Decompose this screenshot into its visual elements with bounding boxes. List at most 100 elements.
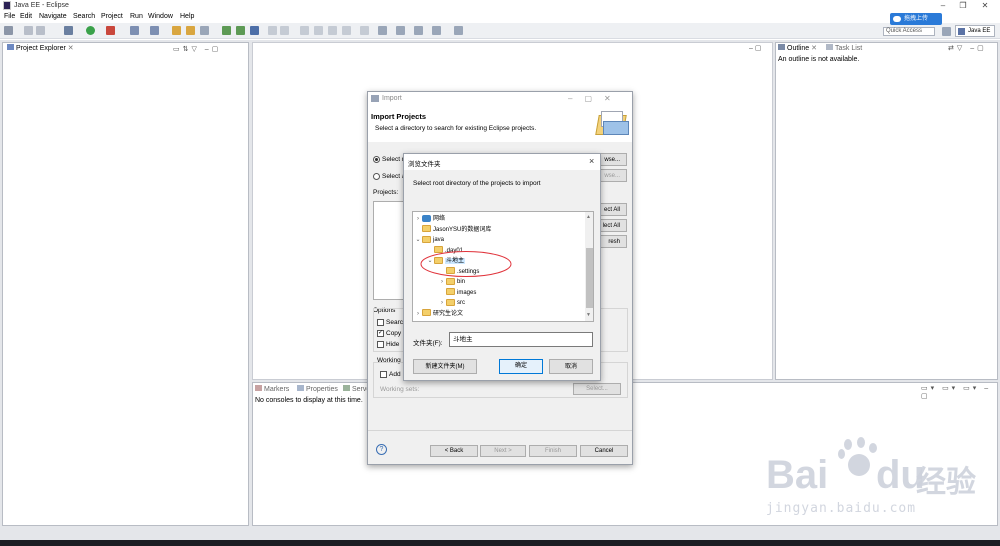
properties-icon xyxy=(297,385,304,391)
resume-icon[interactable] xyxy=(342,26,351,35)
help-icon[interactable]: ? xyxy=(376,444,387,455)
add-to-working-set[interactable]: Add xyxy=(380,371,401,378)
checkbox-checked-icon: ✓ xyxy=(377,330,384,337)
checkbox-icon xyxy=(377,341,384,348)
menu-search[interactable]: Search xyxy=(73,13,95,20)
tree-item-network[interactable]: › 网络 xyxy=(414,214,584,225)
import-heading: Import Projects xyxy=(371,112,427,121)
step-return-icon[interactable] xyxy=(300,26,309,35)
console-toolbar[interactable]: ▭▾ ▭▾ ▭▾ –▢ xyxy=(921,384,997,400)
browse-cancel-button[interactable]: 取消 xyxy=(549,359,593,374)
tree-item-thesis[interactable]: › 研究生论文 xyxy=(414,309,584,320)
tab-properties[interactable]: Properties xyxy=(297,385,338,393)
open-folder-icon[interactable] xyxy=(186,26,195,35)
paw-icon xyxy=(838,437,880,481)
back-icon[interactable] xyxy=(414,26,423,35)
view-toolbar[interactable]: ▭⇅▽ –▢ xyxy=(173,45,221,53)
open-perspective-icon[interactable] xyxy=(942,27,951,36)
save-icon[interactable] xyxy=(24,26,33,35)
quick-access-input[interactable]: Quick Access xyxy=(883,27,935,36)
menu-project[interactable]: Project xyxy=(101,13,123,20)
tab-task-list[interactable]: Task List xyxy=(826,44,862,52)
import-divider xyxy=(368,430,632,431)
menu-run[interactable]: Run xyxy=(130,13,143,20)
minimize-icon[interactable]: – xyxy=(936,1,950,11)
close-tab-icon[interactable]: ✕ xyxy=(811,45,817,52)
working-sets-field-label: Working sets: xyxy=(380,386,420,393)
annotation-icon[interactable] xyxy=(378,26,387,35)
disconnect-icon[interactable] xyxy=(314,26,323,35)
radio-icon xyxy=(373,156,380,163)
checkbox-icon xyxy=(380,371,387,378)
tree-item-images[interactable]: images xyxy=(414,288,584,299)
close-icon[interactable]: ✕ xyxy=(978,1,992,11)
menu-window[interactable]: Window xyxy=(148,13,173,20)
open-type-icon[interactable] xyxy=(172,26,181,35)
tab-markers[interactable]: Markers xyxy=(255,385,289,393)
scroll-up-icon[interactable]: ▲ xyxy=(586,214,591,220)
option-hide-projects[interactable]: Hide xyxy=(377,341,399,348)
forward-icon[interactable] xyxy=(432,26,441,35)
upload-badge[interactable]: 拖拽上传 xyxy=(890,13,942,25)
eclipse-app-icon xyxy=(3,1,11,10)
step-over-icon[interactable] xyxy=(280,26,289,35)
option-search-nested[interactable]: Searc xyxy=(377,319,403,326)
sync-icon[interactable] xyxy=(236,26,245,35)
tree-item-src[interactable]: › src xyxy=(414,298,584,309)
save-all-icon[interactable] xyxy=(36,26,45,35)
folder-icon xyxy=(446,288,455,296)
tab-project-explorer[interactable]: Project Explorer ✕ xyxy=(4,43,77,54)
tree-item-jason[interactable]: JasonYSU的数据词库 xyxy=(414,225,584,236)
close-tab-icon[interactable]: ✕ xyxy=(68,45,74,52)
pin-icon[interactable] xyxy=(454,26,463,35)
new-class-icon[interactable] xyxy=(150,26,159,35)
console-message: No consoles to display at this time. xyxy=(255,397,363,404)
select-working-set-button[interactable]: Select... xyxy=(573,383,621,395)
restore-icon[interactable]: ❐ xyxy=(956,1,970,11)
edit-icon[interactable] xyxy=(250,26,259,35)
main-toolbar: 拖拽上传 Quick Access Java EE xyxy=(0,13,1000,39)
new-folder-button[interactable]: 新建文件夹(M) xyxy=(413,359,477,374)
perspective-java-ee[interactable]: Java EE xyxy=(955,25,995,37)
run-icon[interactable] xyxy=(86,26,95,35)
menu-file[interactable]: File xyxy=(4,13,15,20)
finish-button[interactable]: Finish xyxy=(529,445,577,457)
new-icon[interactable] xyxy=(4,26,13,35)
import-window-controls[interactable]: –▢✕ xyxy=(568,94,623,103)
terminate-icon[interactable] xyxy=(328,26,337,35)
outline-view-toolbar[interactable]: ⇄▽ –▢ xyxy=(948,44,987,52)
debug-icon[interactable] xyxy=(64,26,73,35)
taskbar xyxy=(0,540,1000,546)
option-copy-projects[interactable]: ✓ Copy xyxy=(377,330,401,337)
toggle-icon[interactable] xyxy=(360,26,369,35)
menu-help[interactable]: Help xyxy=(180,13,194,20)
browse-close-icon[interactable]: × xyxy=(589,156,594,166)
editor-min-max-icon[interactable]: – ▢ xyxy=(749,44,761,52)
radio-select-root[interactable]: Select r xyxy=(373,156,404,163)
menu-navigate[interactable]: Navigate xyxy=(39,13,67,20)
folder-name-input[interactable]: 斗地主 xyxy=(449,332,593,347)
ok-button[interactable]: 确定 xyxy=(499,359,543,374)
scroll-thumb[interactable] xyxy=(586,248,593,308)
search-tool-icon[interactable] xyxy=(200,26,209,35)
step-icon[interactable] xyxy=(268,26,277,35)
refresh-icon[interactable] xyxy=(222,26,231,35)
tree-scrollbar[interactable]: ▲ ▼ xyxy=(585,212,593,321)
run-tool-icon[interactable] xyxy=(106,26,115,35)
new-server-icon[interactable] xyxy=(130,26,139,35)
tab-outline[interactable]: Outline ✕ xyxy=(778,44,817,52)
scroll-down-icon[interactable]: ▼ xyxy=(586,312,591,318)
folder-icon xyxy=(422,225,431,233)
menu-edit[interactable]: Edit xyxy=(20,13,32,20)
last-edit-icon[interactable] xyxy=(396,26,405,35)
tree-item-java[interactable]: ⌄ java xyxy=(414,235,584,246)
next-button[interactable]: Next > xyxy=(480,445,526,457)
watermark-url: jingyan.baidu.com xyxy=(766,501,917,516)
watermark-cn: 经验 xyxy=(916,466,976,499)
outline-message: An outline is not available. xyxy=(778,56,860,63)
menu-bar: File Edit Navigate Search Project Run Wi… xyxy=(0,12,1000,23)
back-button[interactable]: < Back xyxy=(430,445,478,457)
cloud-icon xyxy=(893,16,901,22)
cancel-import-button[interactable]: Cancel xyxy=(580,445,628,457)
radio-select-archive[interactable]: Select a xyxy=(373,173,406,180)
